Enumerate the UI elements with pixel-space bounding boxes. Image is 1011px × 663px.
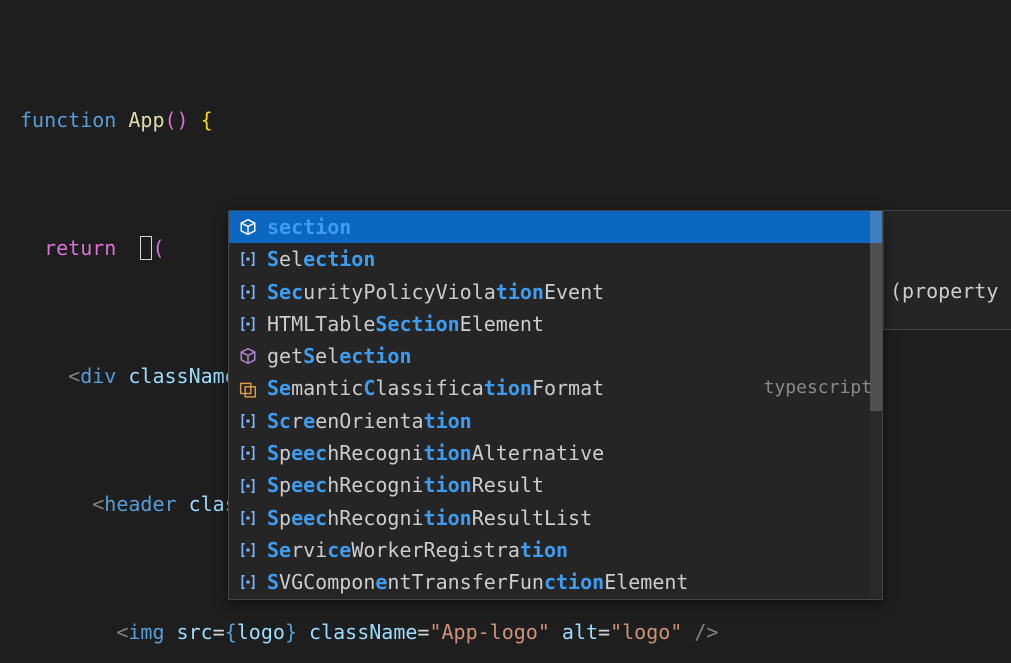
attr-classname: className <box>309 620 417 644</box>
str-logo: "logo" <box>610 620 682 644</box>
cube-purple-icon <box>239 347 257 365</box>
bracket-icon <box>239 283 257 301</box>
doc-line: (property <box>890 275 1011 307</box>
code-line[interactable]: <img src={logo} className="App-logo" alt… <box>20 616 1011 648</box>
paren: () <box>165 108 189 132</box>
keyword-function: function <box>20 108 116 132</box>
func-name: App <box>128 108 164 132</box>
suggestion-item[interactable]: SpeechRecognitionAlternative <box>229 437 882 469</box>
suggestion-label: ServiceWorkerRegistration <box>267 534 568 566</box>
suggestion-label: SpeechRecognitionAlternative <box>267 437 604 469</box>
suggestion-item[interactable]: getSelection <box>229 340 882 372</box>
tag-header: header <box>104 492 176 516</box>
suggestion-item[interactable]: HTMLTableSectionElement <box>229 308 882 340</box>
suggestion-item[interactable]: ServiceWorkerRegistration <box>229 534 882 566</box>
bracket-icon <box>239 573 257 591</box>
attr-classname: className <box>128 364 236 388</box>
brace-open: { <box>201 108 213 132</box>
bracket-icon <box>239 412 257 430</box>
bracket-icon <box>239 477 257 495</box>
suggestion-label: SVGComponentTransferFunctionElement <box>267 566 688 598</box>
suggestion-label: SecurityPolicyViolationEvent <box>267 276 604 308</box>
cube-open-icon <box>239 218 257 236</box>
keyword-return: return <box>44 236 116 260</box>
paren-open: ( <box>152 236 164 260</box>
suggestion-label: SpeechRecognitionResult <box>267 469 544 501</box>
intellisense-popup[interactable]: sectionSelectionSecurityPolicyViolationE… <box>228 210 883 600</box>
suggestion-label: ScreenOrientation <box>267 405 472 437</box>
enum-orange-icon <box>239 380 257 398</box>
suggestion-item[interactable]: SpeechRecognitionResult <box>229 469 882 501</box>
suggestion-label: getSelection <box>267 340 412 372</box>
suggestion-label: section <box>267 211 351 243</box>
bracket-icon <box>239 250 257 268</box>
suggestion-item[interactable]: Selection <box>229 243 882 275</box>
suggestion-item[interactable]: ScreenOrientation <box>229 405 882 437</box>
suggestion-source: typescript <box>764 372 872 404</box>
tag-div: div <box>80 364 116 388</box>
suggestion-item[interactable]: SpeechRecognitionResultList <box>229 502 882 534</box>
code-line[interactable]: function App() { <box>20 104 1011 136</box>
doc-hover-widget: (property React.Det tes<HTMLE <box>883 210 1011 330</box>
suggestion-label: HTMLTableSectionElement <box>267 308 544 340</box>
suggestion-item[interactable]: section <box>229 211 882 243</box>
attr-src: src <box>177 620 213 644</box>
suggestion-item[interactable]: SVGComponentTransferFunctionElement <box>229 566 882 598</box>
suggestion-label: SpeechRecognitionResultList <box>267 502 592 534</box>
str-app-logo: "App-logo" <box>429 620 549 644</box>
suggestion-item[interactable]: SemanticClassificationFormat typescript <box>229 372 882 404</box>
suggestion-label: SemanticClassificationFormat <box>267 372 604 404</box>
bracket-icon <box>239 509 257 527</box>
attr-alt: alt <box>562 620 598 644</box>
popup-scroll-thumb[interactable] <box>870 211 882 411</box>
suggestion-label: Selection <box>267 243 375 275</box>
tag-img: img <box>128 620 164 644</box>
var-logo: logo <box>237 620 285 644</box>
bracket-icon <box>239 315 257 333</box>
suggestion-item[interactable]: SecurityPolicyViolationEvent <box>229 276 882 308</box>
cursor-indicator <box>140 236 152 260</box>
bracket-icon <box>239 444 257 462</box>
popup-scrollbar[interactable] <box>870 211 882 599</box>
bracket-icon <box>239 541 257 559</box>
code-editor[interactable]: function App() { return ( <div className… <box>0 0 1011 663</box>
